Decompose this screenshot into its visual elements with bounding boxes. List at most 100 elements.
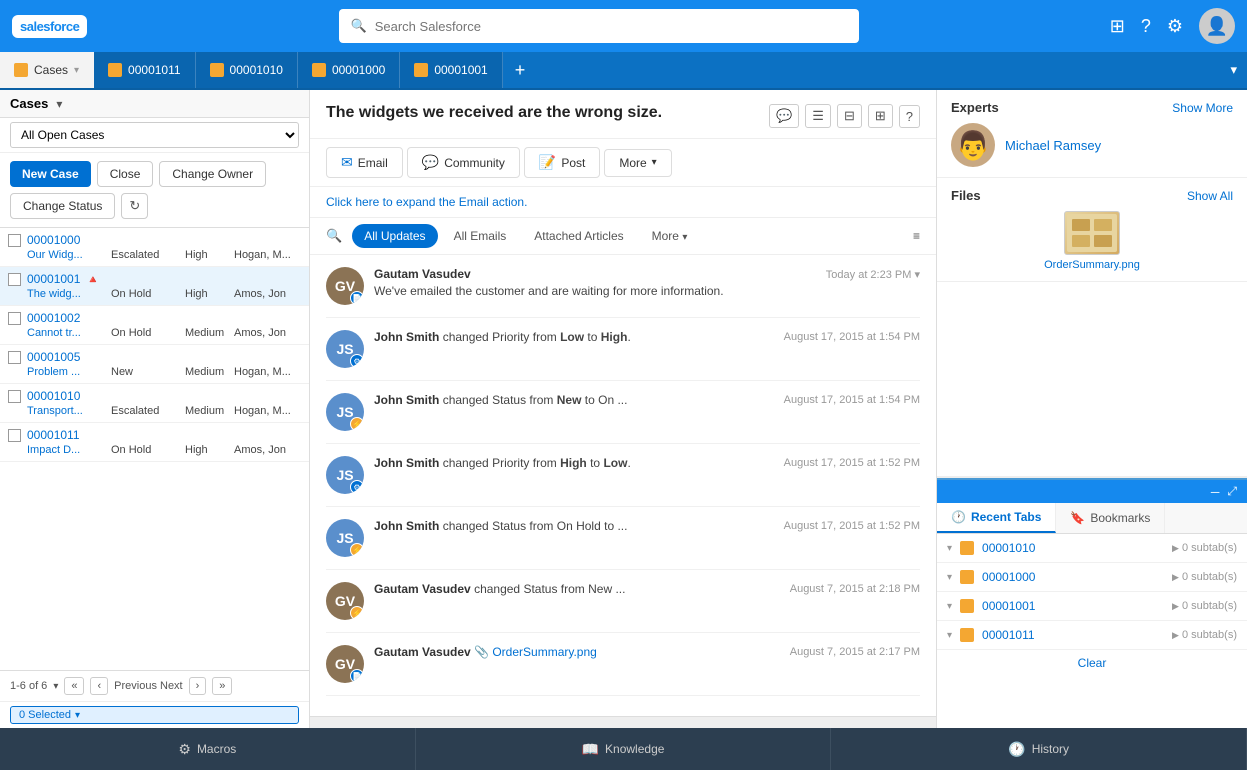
case-checkbox-00001002[interactable] <box>8 312 21 325</box>
tab-00001001[interactable]: 00001001 <box>400 52 502 88</box>
feed-time-2: August 17, 2015 at 1:54 PM <box>784 331 920 343</box>
case-checkbox-00001005[interactable] <box>8 351 21 364</box>
sidebar-dropdown-icon[interactable]: ▾ <box>56 97 62 111</box>
case-number-00001000[interactable]: 00001000 <box>27 233 80 247</box>
knowledge-nav-item[interactable]: 📖 Knowledge <box>416 728 832 770</box>
feed-badge-2: ⚙ <box>350 354 364 368</box>
recent-case-num-2[interactable]: 00001000 <box>982 570 1164 584</box>
recent-tab-00001001[interactable]: ▾ 00001001 ▶ 0 subtab(s) <box>937 592 1247 621</box>
comment-icon-button[interactable]: 💬 <box>769 104 799 128</box>
feed-badge-4: ⚙ <box>350 480 364 494</box>
prev-page-button[interactable]: ‹ <box>90 677 108 695</box>
case-number-00001010[interactable]: 00001010 <box>27 389 80 403</box>
list-icon-button[interactable]: ☰ <box>805 104 831 128</box>
filter-attached-articles[interactable]: Attached Articles <box>522 224 635 248</box>
refresh-button[interactable]: ↻ <box>121 193 148 219</box>
case-priority-00001001: High <box>185 288 230 300</box>
page-range-dropdown[interactable]: ▾ <box>53 681 58 692</box>
case-number-00001011[interactable]: 00001011 <box>27 428 80 442</box>
feed-time-5: August 17, 2015 at 1:52 PM <box>784 520 920 532</box>
community-action-button[interactable]: 💬 Community <box>407 147 520 178</box>
expand-icon[interactable]: ⤢ <box>1227 484 1237 499</box>
case-checkbox-00001011[interactable] <box>8 429 21 442</box>
recent-case-num-1[interactable]: 00001010 <box>982 541 1164 555</box>
history-nav-item[interactable]: 🕐 History <box>831 728 1247 770</box>
feed-search-icon[interactable]: 🔍 <box>326 228 342 244</box>
files-header: Files Show All <box>951 188 1233 203</box>
case-checkbox-00001001[interactable] <box>8 273 21 286</box>
clear-recent-tabs-button[interactable]: Clear <box>937 650 1247 676</box>
tab-cases[interactable]: Cases ▾ <box>0 52 94 88</box>
help-icon[interactable]: ? <box>1141 16 1151 37</box>
cases-tab-dropdown[interactable]: ▾ <box>74 65 79 76</box>
email-action-button[interactable]: ✉ Email <box>326 147 403 178</box>
user-avatar[interactable]: 👤 <box>1199 8 1235 44</box>
show-more-experts-link[interactable]: Show More <box>1172 101 1233 115</box>
minimize-icon[interactable]: ─ <box>1211 485 1220 499</box>
case-row-00001005[interactable]: 00001005 Problem ... New Medium Hogan, M… <box>0 345 309 384</box>
case-checkbox-00001010[interactable] <box>8 390 21 403</box>
close-button[interactable]: Close <box>97 161 154 187</box>
selected-dropdown-icon[interactable]: ▾ <box>75 710 80 721</box>
new-case-button[interactable]: New Case <box>10 161 91 187</box>
collapse-arrow-4[interactable]: ▾ <box>947 630 952 641</box>
feed-body-6: Gautam Vasudev changed Status from New .… <box>374 582 920 620</box>
expand-feed-1[interactable]: ▾ <box>914 269 920 281</box>
first-page-button[interactable]: « <box>64 677 84 695</box>
expert-name[interactable]: Michael Ramsey <box>1005 138 1101 153</box>
history-icon: 🕐 <box>1008 741 1025 758</box>
case-filter-select[interactable]: All Open Cases <box>10 122 299 148</box>
case-number-00001001[interactable]: 00001001 <box>27 272 80 286</box>
tabs-more-dropdown[interactable]: ▾ <box>1220 52 1247 88</box>
macros-nav-item[interactable]: ⚙ Macros <box>0 728 416 770</box>
feed-meta-5: John Smith changed Status from On Hold t… <box>374 519 920 533</box>
collapse-arrow-2[interactable]: ▾ <box>947 572 952 583</box>
search-input[interactable] <box>375 19 847 34</box>
feed-sort-button[interactable]: ≡ <box>913 229 920 243</box>
show-all-files-link[interactable]: Show All <box>1187 189 1233 203</box>
case-owner-00001011: Amos, Jon <box>234 444 286 456</box>
collapse-arrow-1[interactable]: ▾ <box>947 543 952 554</box>
recent-case-num-4[interactable]: 00001011 <box>982 628 1164 642</box>
tab-00001000[interactable]: 00001000 <box>298 52 400 88</box>
file-name[interactable]: OrderSummary.png <box>1044 259 1140 271</box>
case-row-00001001[interactable]: 00001001 🔺 The widg... On Hold High Amos… <box>0 267 309 306</box>
filter-more[interactable]: More ▾ <box>640 224 700 248</box>
case-row-00001002[interactable]: 00001002 Cannot tr... On Hold Medium Amo… <box>0 306 309 345</box>
case-priority-00001010: Medium <box>185 405 230 417</box>
more-actions-button[interactable]: More ▾ <box>604 149 671 177</box>
recent-tabs-tab[interactable]: 🕐 Recent Tabs <box>937 503 1056 533</box>
case-row-00001011[interactable]: 00001011 Impact D... On Hold High Amos, … <box>0 423 309 462</box>
feed-file-link[interactable]: OrderSummary.png <box>492 645 596 659</box>
bookmarks-tab[interactable]: 🔖 Bookmarks <box>1056 503 1165 533</box>
case-row-00001010[interactable]: 00001010 Transport... Escalated Medium H… <box>0 384 309 423</box>
recent-tab-00001010[interactable]: ▾ 00001010 ▶ 0 subtab(s) <box>937 534 1247 563</box>
case-priority-00001000: High <box>185 249 230 261</box>
case-number-00001002[interactable]: 00001002 <box>27 311 80 325</box>
split-view-button[interactable]: ⊟ <box>837 104 862 128</box>
case-checkbox-00001000[interactable] <box>8 234 21 247</box>
case-number-00001005[interactable]: 00001005 <box>27 350 80 364</box>
tab-00001010[interactable]: 00001010 <box>196 52 298 88</box>
filter-all-emails[interactable]: All Emails <box>442 224 519 248</box>
next-page-button[interactable]: › <box>189 677 207 695</box>
expand-email-note[interactable]: Click here to expand the Email action. <box>310 187 936 218</box>
horizontal-scrollbar[interactable] <box>310 716 936 728</box>
post-action-button[interactable]: 📝 Post <box>524 147 600 178</box>
tab-00001011[interactable]: 00001011 <box>94 52 196 88</box>
help-case-button[interactable]: ? <box>899 105 920 128</box>
filter-all-updates[interactable]: All Updates <box>352 224 437 248</box>
change-status-button[interactable]: Change Status <box>10 193 115 219</box>
change-owner-button[interactable]: Change Owner <box>159 161 266 187</box>
feed-avatar-gautam-1: GV 📄 <box>326 267 364 305</box>
recent-case-num-3[interactable]: 00001001 <box>982 599 1164 613</box>
grid-view-button[interactable]: ⊞ <box>868 104 893 128</box>
collapse-arrow-3[interactable]: ▾ <box>947 601 952 612</box>
add-tab-button[interactable]: + <box>503 52 538 88</box>
recent-tab-00001000[interactable]: ▾ 00001000 ▶ 0 subtab(s) <box>937 563 1247 592</box>
case-row-00001000[interactable]: 00001000 Our Widg... Escalated High Hoga… <box>0 228 309 267</box>
settings-icon[interactable]: ⚙ <box>1167 16 1183 37</box>
apps-icon[interactable]: ⊞ <box>1110 16 1125 37</box>
recent-tab-00001011[interactable]: ▾ 00001011 ▶ 0 subtab(s) <box>937 621 1247 650</box>
last-page-button[interactable]: » <box>212 677 232 695</box>
